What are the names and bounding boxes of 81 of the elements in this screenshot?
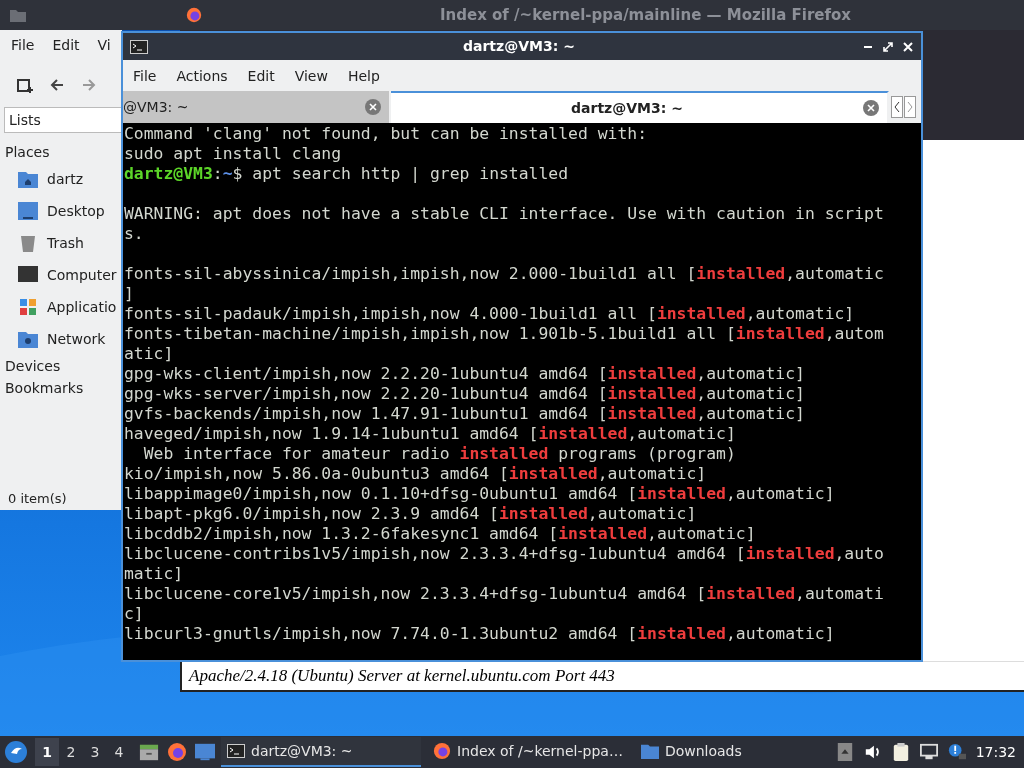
network-folder-icon [18, 330, 38, 348]
maximize-icon[interactable] [883, 41, 893, 52]
home-folder-icon [18, 170, 38, 188]
scroll-right-icon[interactable] [904, 96, 916, 118]
sidebar-item[interactable]: Desktop [0, 195, 122, 227]
server-signature: Apache/2.4.18 (Ubuntu) Server at kernel.ubuntu.com Port 443 [189, 666, 615, 686]
workspace-button[interactable]: 4 [107, 738, 131, 766]
terminal-tab[interactable]: dartz@VM3: ~ [391, 91, 889, 123]
terminal-line: libcddb2/impish,now 1.3.2-6fakesync1 amd64 [installed,automatic] [124, 524, 756, 544]
menu-item[interactable]: Help [347, 67, 380, 84]
terminal-line: libclucene-core1v5/impish,now 2.3.3.4+dfsg-1ubuntu4 amd64 [installed,automati [124, 584, 884, 604]
app-menu-icon[interactable] [5, 741, 27, 763]
terminal-line: WARNING: apt does not have a stable CLI interface. Use with caution in script [124, 204, 884, 224]
folder-icon [640, 742, 659, 760]
clipboard-icon[interactable] [891, 743, 910, 761]
terminal-line: Command 'clang' not found, but can be installed with: [124, 124, 647, 144]
terminal-line: gvfs-backends/impish,now 1.47.91-1ubuntu1 amd64 [installed,automatic] [124, 404, 805, 424]
workspace-button[interactable]: 3 [83, 738, 107, 766]
terminal-line: fonts-sil-padauk/impish,impish,now 4.000-1build1 all [installed,automatic] [124, 304, 855, 324]
sidebar-heading: Devices [4, 357, 61, 376]
terminal-line: dartz@VM3:~$ apt search http | grep installed [124, 164, 569, 184]
desktop-icon [18, 202, 38, 220]
taskbar-task[interactable]: dartz@VM3: ~ [221, 737, 421, 767]
terminal-line: c] [124, 604, 144, 624]
terminal-line: Web interface for amateur radio installed programs (program) [142, 444, 736, 464]
trash-icon [18, 234, 38, 252]
sidebar-heading: Bookmarks [4, 379, 84, 398]
terminal-icon [130, 39, 148, 54]
terminal-line: gpg-wks-server/impish,now 2.2.20-1ubuntu4 amd64 [installed,automatic] [124, 384, 805, 404]
sidebar-item[interactable]: Network [0, 323, 122, 355]
sidebar-item[interactable]: Trash [0, 227, 122, 259]
window-title: dartz@VM3: ~ [463, 38, 575, 54]
firefox-icon [185, 6, 203, 24]
sidebar-heading: Places [4, 143, 50, 162]
workspace-button[interactable]: 2 [59, 738, 83, 766]
firefox-icon[interactable] [167, 742, 187, 762]
menu-item[interactable]: File [11, 37, 35, 59]
terminal-line: kio/impish,now 5.86.0a-0ubuntu3 amd64 [installed,automatic] [124, 464, 707, 484]
menu-item[interactable]: Edit [247, 67, 275, 84]
close-icon[interactable] [903, 41, 913, 52]
sidebar-item[interactable]: dartz [0, 163, 122, 195]
terminal-line: sudo apt install clang [124, 144, 342, 164]
menu-item[interactable]: Vi [97, 37, 111, 59]
terminal-line: matic] [124, 564, 184, 584]
menu-item[interactable]: File [133, 67, 157, 84]
terminal-line: haveged/impish,now 1.9.14-1ubuntu1 amd64 [installed,automatic] [124, 424, 736, 444]
file-cabinet-icon[interactable] [139, 742, 159, 762]
terminal-icon [227, 742, 245, 760]
workspace-button[interactable]: 1 [35, 738, 59, 766]
terminal-line: atic] [124, 344, 174, 364]
window-title: Index of /~kernel-ppa/mainline — Mozilla Firefox [440, 6, 851, 24]
terminal-line: fonts-tibetan-machine/impish,impish,now 1.901b-5.1build1 all [installed,autom [124, 324, 884, 344]
status-text: 0 item(s) [7, 491, 67, 506]
folder-icon [10, 8, 26, 22]
terminal-line: s. [124, 224, 144, 244]
applications-icon [18, 298, 38, 316]
computer-icon [18, 266, 38, 284]
menu-item[interactable]: Actions [176, 67, 228, 84]
speaker-icon[interactable] [863, 743, 882, 761]
terminal-line: gpg-wks-client/impish,now 2.2.20-1ubuntu4 amd64 [installed,automatic] [124, 364, 805, 384]
terminal-line: ] [124, 284, 134, 304]
firefox-icon [433, 742, 451, 760]
clock: 17:32 [975, 744, 1016, 760]
terminal-line: libclucene-contribs1v5/impish,now 2.3.3.4+dfsg-1ubuntu4 amd64 [installed,auto [124, 544, 884, 564]
new-tab-icon[interactable] [16, 76, 34, 94]
taskbar-task[interactable]: Index of /~kernel-ppa… [427, 737, 629, 767]
terminal-line: libappimage0/impish,now 0.1.10+dfsg-0ubuntu1 amd64 [installed,automatic] [124, 484, 835, 504]
menu-item[interactable]: View [294, 67, 328, 84]
terminal-line: libapt-pkg6.0/impish,now 2.3.9 amd64 [installed,automatic] [124, 504, 697, 524]
desktop-icon[interactable] [195, 742, 215, 762]
scroll-left-icon[interactable] [891, 96, 903, 118]
menu-item[interactable]: Edit [52, 37, 80, 59]
taskbar-task[interactable]: Downloads [634, 737, 748, 767]
terminal-line: libcurl3-gnutls/impish,now 7.74.0-1.3ubuntu2 amd64 [installed,automatic] [124, 624, 835, 644]
sidebar-item[interactable]: Applicatio [0, 291, 122, 323]
notification-icon[interactable] [947, 743, 966, 761]
terminal-tab[interactable]: @VM3: ~ [123, 91, 391, 123]
network-icon[interactable] [919, 743, 938, 761]
terminal-line: fonts-sil-abyssinica/impish,impish,now 2.000-1build1 all [installed,automatic [124, 264, 884, 284]
sidebar-item[interactable]: Computer [0, 259, 122, 291]
view-selector[interactable]: Lists [4, 107, 122, 133]
